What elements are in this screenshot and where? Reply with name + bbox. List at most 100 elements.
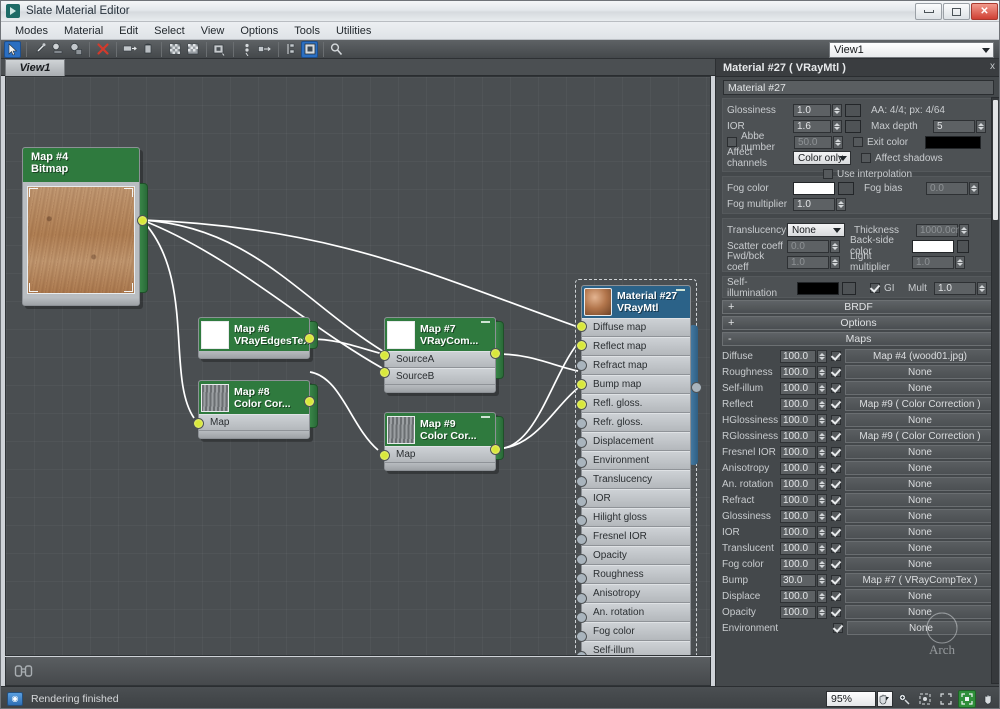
rollout-brdf[interactable]: + BRDF	[722, 300, 995, 314]
map-amount-input[interactable]: 100.0	[780, 349, 816, 363]
fwd-bck-spinner[interactable]	[830, 255, 840, 269]
abbe-spinner[interactable]	[833, 135, 843, 149]
scatter-coeff-input[interactable]: 0.0	[787, 239, 829, 253]
node-material27-vraymtl[interactable]: Material #27 VRayMtl Diffuse map Reflect …	[575, 279, 702, 655]
lay-out-children-button[interactable]	[256, 41, 273, 58]
tab-view1[interactable]: View1	[5, 59, 65, 76]
thickness-input[interactable]: 1000.0cm	[916, 223, 964, 237]
backside-color-swatch[interactable]	[912, 239, 954, 253]
material-id-channel-button[interactable]	[211, 41, 228, 58]
zoom-extents-selected-button[interactable]	[916, 690, 934, 708]
node-input-slot[interactable]: An. rotation	[582, 603, 690, 622]
glossiness-spinner[interactable]	[832, 103, 842, 117]
fog-multiplier-spinner[interactable]	[836, 197, 846, 211]
gi-checkbox[interactable]	[870, 283, 880, 293]
self-illumination-swatch[interactable]	[797, 281, 839, 295]
map-enable-checkbox[interactable]	[831, 575, 841, 585]
node-input-slot[interactable]: SourceB	[385, 368, 495, 385]
node-graph-canvas[interactable]: Map #4 Bitmap Map #6 VRayEdgesTex Map #8…	[5, 76, 711, 656]
max-depth-input[interactable]: 5	[933, 119, 975, 133]
node-input-socket[interactable]	[576, 612, 587, 623]
map-enable-checkbox[interactable]	[831, 591, 841, 601]
map-enable-checkbox[interactable]	[833, 623, 843, 633]
map-slot-button[interactable]: Map #4 (wood01.jpg)	[845, 349, 995, 363]
node-input-socket[interactable]	[379, 450, 390, 461]
node-input-slot[interactable]: SourceA	[385, 351, 495, 368]
menu-select[interactable]: Select	[146, 24, 193, 38]
fwd-bck-input[interactable]: 1.0	[787, 255, 829, 269]
pick-material-button[interactable]	[31, 41, 48, 58]
light-multiplier-spinner[interactable]	[955, 255, 965, 269]
node-output-socket[interactable]	[691, 382, 702, 393]
node-map8-color-correction[interactable]: Map #8 Color Cor... Map	[193, 380, 318, 442]
map-amount-spinner[interactable]	[817, 445, 827, 459]
backside-color-map-swatch[interactable]	[957, 239, 969, 253]
map-slot-button[interactable]: None	[845, 365, 995, 379]
ior-spinner[interactable]	[832, 119, 842, 133]
node-map6-vrayedgestex[interactable]: Map #6 VRayEdgesTex	[198, 317, 318, 362]
affect-channels-combo[interactable]: Color only	[793, 151, 851, 165]
node-output-socket[interactable]	[490, 444, 501, 455]
map-amount-input[interactable]: 100.0	[780, 493, 816, 507]
use-interpolation-checkbox[interactable]	[823, 169, 833, 179]
node-map7-vraycomptex[interactable]: Map #7 VRayCom... SourceA SourceB	[379, 317, 504, 396]
map-amount-input[interactable]: 100.0	[780, 589, 816, 603]
map-amount-spinner[interactable]	[817, 605, 827, 619]
zoom-level-combo[interactable]: 95%	[826, 691, 876, 707]
map-amount-input[interactable]: 100.0	[780, 541, 816, 555]
map-amount-input[interactable]: 100.0	[780, 461, 816, 475]
collapse-icon[interactable]	[676, 289, 685, 291]
node-input-slot[interactable]: Reflect map	[582, 337, 690, 356]
exit-color-swatch[interactable]	[925, 135, 981, 149]
abbe-checkbox[interactable]	[727, 137, 737, 147]
ior-map-swatch[interactable]	[845, 119, 861, 133]
binoculars-icon[interactable]	[14, 663, 34, 679]
translucency-combo[interactable]: None	[787, 223, 845, 237]
map-amount-spinner[interactable]	[817, 557, 827, 571]
node-output-socket[interactable]	[304, 396, 315, 407]
map-enable-checkbox[interactable]	[831, 415, 841, 425]
show-parameters-button[interactable]	[301, 40, 318, 58]
map-enable-checkbox[interactable]	[831, 399, 841, 409]
map-slot-button[interactable]: None	[845, 557, 995, 571]
node-input-socket[interactable]	[576, 553, 587, 565]
map-slot-button[interactable]: None	[845, 461, 995, 475]
fog-color-map-swatch[interactable]	[838, 181, 854, 195]
map-enable-checkbox[interactable]	[831, 607, 841, 617]
map-amount-spinner[interactable]	[817, 429, 827, 443]
rollout-maps[interactable]: - Maps	[722, 332, 995, 346]
node-output-socket[interactable]	[137, 215, 148, 226]
menu-options[interactable]: Options	[232, 24, 286, 38]
menu-modes[interactable]: Modes	[7, 24, 56, 38]
fog-bias-input[interactable]: 0.0	[926, 181, 968, 195]
thickness-spinner[interactable]	[959, 223, 969, 237]
map-enable-checkbox[interactable]	[831, 431, 841, 441]
node-input-socket[interactable]	[576, 592, 587, 604]
map-amount-spinner[interactable]	[817, 493, 827, 507]
node-input-socket[interactable]	[576, 495, 587, 507]
map-amount-input[interactable]: 100.0	[780, 381, 816, 395]
exit-color-checkbox[interactable]	[853, 137, 863, 147]
fog-multiplier-input[interactable]: 1.0	[793, 197, 835, 211]
map-amount-input[interactable]: 100.0	[780, 605, 816, 619]
menu-view[interactable]: View	[193, 24, 233, 38]
map-amount-input[interactable]: 100.0	[780, 557, 816, 571]
node-input-socket[interactable]	[576, 398, 587, 410]
node-output-socket[interactable]	[490, 348, 501, 359]
node-input-socket[interactable]	[576, 321, 587, 332]
node-input-socket[interactable]	[576, 359, 587, 371]
lay-out-all-button[interactable]	[283, 41, 300, 58]
map-amount-input[interactable]: 100.0	[780, 413, 816, 427]
material-map-navigator-button[interactable]	[328, 41, 345, 58]
map-amount-spinner[interactable]	[817, 413, 827, 427]
maximize-button[interactable]	[943, 3, 970, 20]
abbe-input[interactable]: 50.0	[794, 135, 832, 149]
panel-scrollbar[interactable]	[991, 97, 999, 684]
put-to-library-button[interactable]	[139, 41, 156, 58]
mult-spinner[interactable]	[977, 281, 987, 295]
node-input-slot[interactable]: Self-illum	[582, 641, 690, 655]
map-slot-button[interactable]: None	[845, 589, 995, 603]
node-input-slot[interactable]: Diffuse map	[582, 318, 690, 337]
map-amount-input[interactable]: 100.0	[780, 477, 816, 491]
map-enable-checkbox[interactable]	[831, 479, 841, 489]
